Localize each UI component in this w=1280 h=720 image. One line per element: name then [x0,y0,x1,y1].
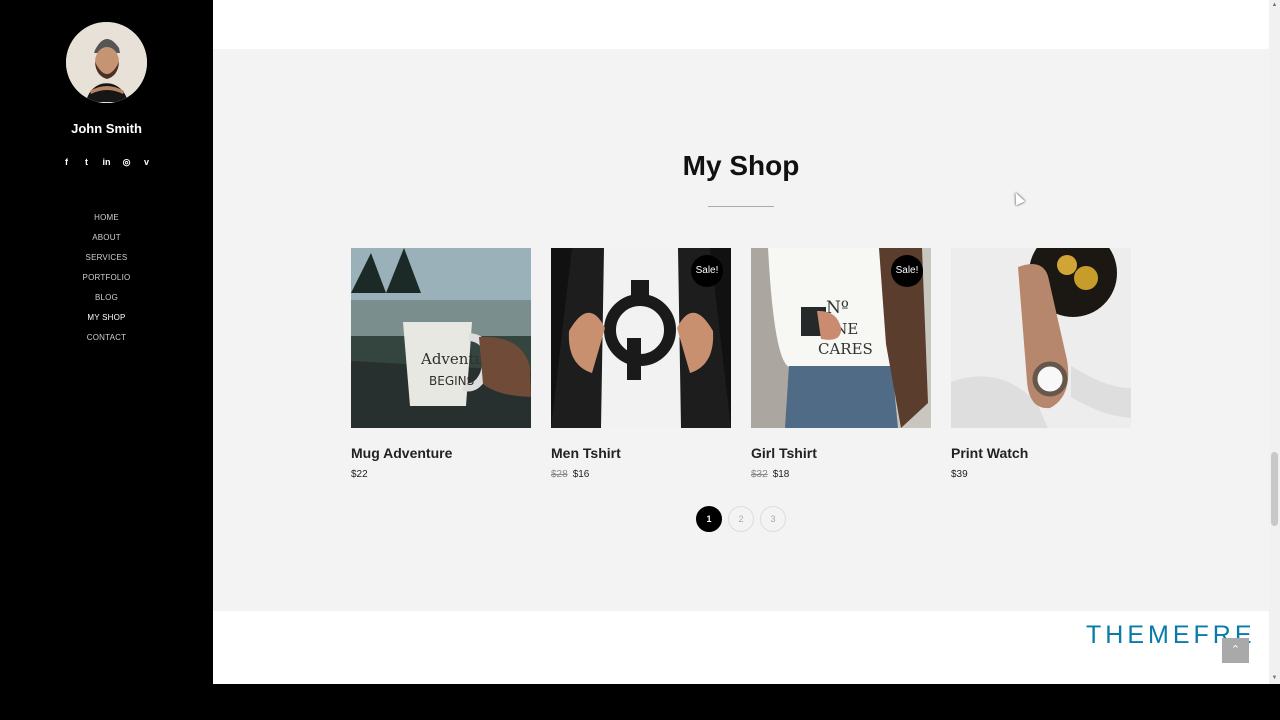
nav-services[interactable]: SERVICES [0,251,213,271]
nav-my-shop[interactable]: MY SHOP [0,311,213,331]
title-divider [708,206,774,207]
sale-price: $16 [572,469,590,480]
product-name-mug-adventure[interactable]: Mug Adventure [351,445,452,461]
svg-text:BEGINS: BEGINS [429,374,474,388]
top-section [213,0,1269,49]
page-2[interactable]: 2 [728,506,754,532]
linkedin-icon[interactable]: in [102,156,112,168]
back-to-top-button[interactable]: ⌃ [1222,638,1249,663]
product-name-girl-tshirt[interactable]: Girl Tshirt [751,445,817,461]
instagram-icon[interactable]: ◎ [122,156,132,168]
nav-about[interactable]: ABOUT [0,231,213,251]
shop-title: My Shop [682,150,800,181]
page-3[interactable]: 3 [760,506,786,532]
scrollbar-thumb[interactable] [1271,452,1278,526]
product-price-girl-tshirt: $32 $18 [751,469,789,480]
svg-text:CARES: CARES [818,340,873,358]
nav-portfolio[interactable]: PORTFOLIO [0,271,213,291]
nav-blog[interactable]: BLOG [0,291,213,311]
old-price: $28 [551,469,568,480]
product-name-print-watch[interactable]: Print Watch [951,445,1028,461]
pagination: 1 2 3 [696,506,786,532]
page-1[interactable]: 1 [696,506,722,532]
product-price-print-watch: $39 [951,469,968,480]
print-watch-image[interactable] [951,248,1131,428]
facebook-icon[interactable]: f [62,156,72,168]
sale-badge: Sale! [891,255,923,287]
profile-avatar [66,22,147,103]
product-price-men-tshirt: $28 $16 [551,469,589,480]
sale-price: $18 [772,469,790,480]
mug-adventure-image[interactable]: Adventure BEGINS [351,248,531,428]
scrollbar[interactable] [1269,0,1280,684]
vimeo-icon[interactable]: v [142,156,152,168]
sidebar: John Smith f t in ◎ v HOME ABOUT SERVICE… [0,0,213,720]
old-price: $32 [751,469,768,480]
main-navigation: HOME ABOUT SERVICES PORTFOLIO BLOG MY SH… [0,211,213,351]
product-price-mug-adventure: $22 [351,469,368,480]
twitter-icon[interactable]: t [82,156,92,168]
sale-badge: Sale! [691,255,723,287]
scroll-down-arrow[interactable]: ▼ [1269,673,1280,684]
social-links: f t in ◎ v [0,156,213,168]
nav-home[interactable]: HOME [0,211,213,231]
product-name-men-tshirt[interactable]: Men Tshirt [551,445,621,461]
scroll-up-arrow[interactable]: ▲ [1269,0,1280,11]
author-name: John Smith [71,121,142,136]
nav-contact[interactable]: CONTACT [0,331,213,351]
